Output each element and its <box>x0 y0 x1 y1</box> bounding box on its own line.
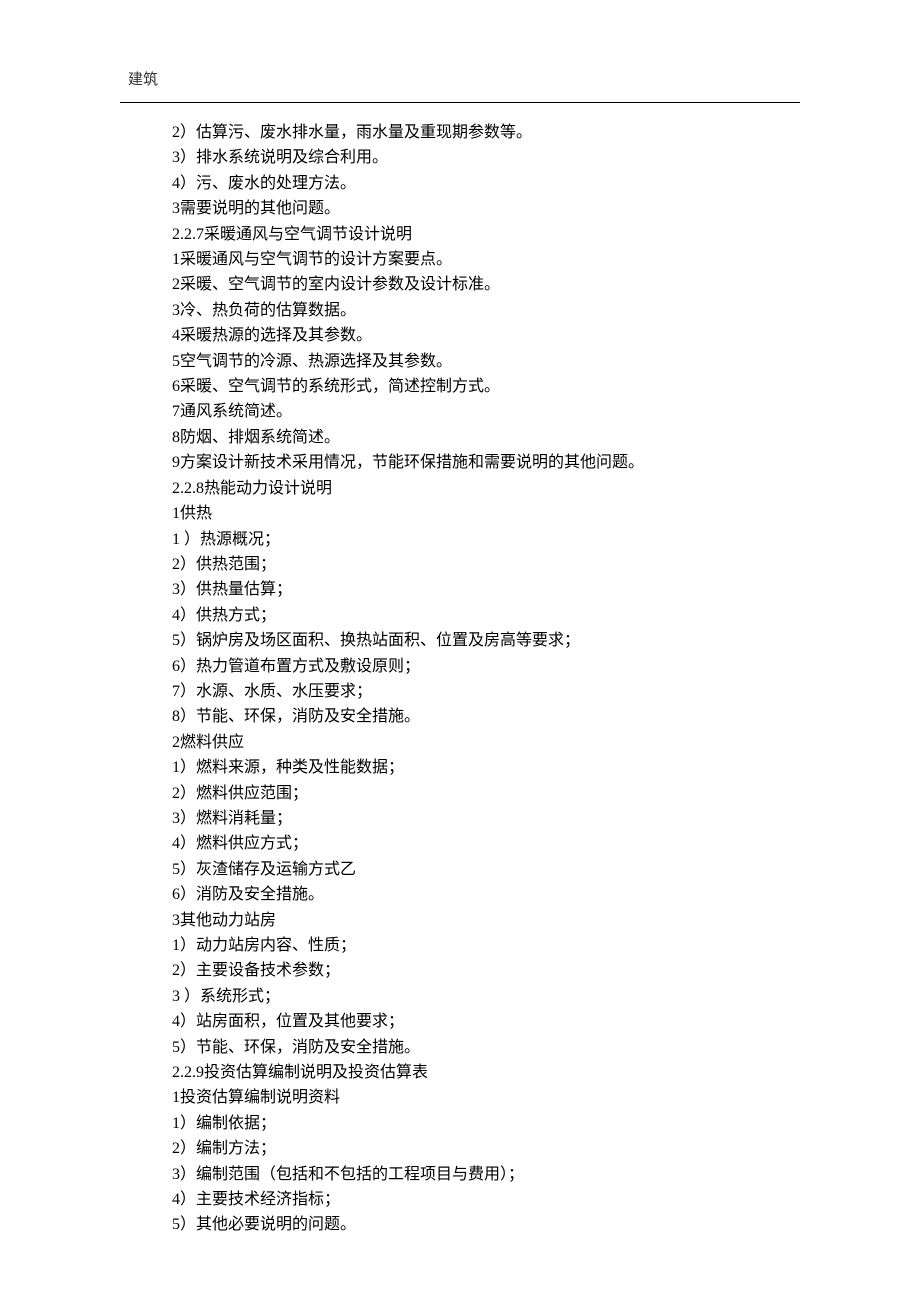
body-line: 2）编制方法； <box>172 1136 802 1161</box>
page-header-label: 建筑 <box>128 68 158 89</box>
body-line: 1投资估算编制说明资料 <box>172 1085 802 1110</box>
body-line: 3其他动力站房 <box>172 908 802 933</box>
body-line: 3）编制范围（包括和不包括的工程项目与费用）； <box>172 1162 802 1187</box>
body-line: 1）动力站房内容、性质； <box>172 933 802 958</box>
body-line: 2.2.8热能动力设计说明 <box>172 476 802 501</box>
document-body: 2）估算污、废水排水量，雨水量及重现期参数等。 3）排水系统说明及综合利用。 4… <box>172 120 802 1238</box>
body-line: 4采暖热源的选择及其参数。 <box>172 323 802 348</box>
body-line: 1供热 <box>172 501 802 526</box>
body-line: 2.2.7采暖通风与空气调节设计说明 <box>172 222 802 247</box>
body-line: 5空气调节的冷源、热源选择及其参数。 <box>172 349 802 374</box>
body-line: 5）节能、环保，消防及安全措施。 <box>172 1035 802 1060</box>
body-line: 2）估算污、废水排水量，雨水量及重现期参数等。 <box>172 120 802 145</box>
body-line: 7）水源、水质、水压要求； <box>172 679 802 704</box>
body-line: 4）污、废水的处理方法。 <box>172 171 802 196</box>
body-line: 5）锅炉房及场区面积、换热站面积、位置及房高等要求； <box>172 628 802 653</box>
body-line: 6）消防及安全措施。 <box>172 882 802 907</box>
body-line: 2采暖、空气调节的室内设计参数及设计标准。 <box>172 272 802 297</box>
body-line: 3）排水系统说明及综合利用。 <box>172 145 802 170</box>
body-line: 3冷、热负荷的估算数据。 <box>172 298 802 323</box>
body-line: 4）燃料供应方式； <box>172 831 802 856</box>
body-line: 1）燃料来源，种类及性能数据； <box>172 755 802 780</box>
body-line: 1）编制依据； <box>172 1111 802 1136</box>
body-line: 4）供热方式； <box>172 603 802 628</box>
body-line: 8防烟、排烟系统简述。 <box>172 425 802 450</box>
body-line: 2）燃料供应范围； <box>172 781 802 806</box>
body-line: 3需要说明的其他问题。 <box>172 196 802 221</box>
body-line: 2.2.9投资估算编制说明及投资估算表 <box>172 1060 802 1085</box>
body-line: 1采暖通风与空气调节的设计方案要点。 <box>172 247 802 272</box>
body-line: 2燃料供应 <box>172 730 802 755</box>
body-line: 2）供热范围； <box>172 552 802 577</box>
body-line: 5）其他必要说明的问题。 <box>172 1212 802 1237</box>
body-line: 6采暖、空气调节的系统形式，简述控制方式。 <box>172 374 802 399</box>
body-line: 2）主要设备技术参数； <box>172 958 802 983</box>
body-line: 5）灰渣储存及运输方式乙 <box>172 857 802 882</box>
body-line: 9方案设计新技术采用情况，节能环保措施和需要说明的其他问题。 <box>172 450 802 475</box>
body-line: 6）热力管道布置方式及敷设原则； <box>172 654 802 679</box>
body-line: 8）节能、环保，消防及安全措施。 <box>172 704 802 729</box>
body-line: 1 ）热源概况； <box>172 527 802 552</box>
body-line: 4）主要技术经济指标； <box>172 1187 802 1212</box>
body-line: 3）供热量估算； <box>172 577 802 602</box>
body-line: 3 ）系统形式； <box>172 984 802 1009</box>
body-line: 7通风系统简述。 <box>172 399 802 424</box>
body-line: 4）站房面积，位置及其他要求； <box>172 1009 802 1034</box>
body-line: 3）燃料消耗量； <box>172 806 802 831</box>
header-divider <box>120 102 800 103</box>
